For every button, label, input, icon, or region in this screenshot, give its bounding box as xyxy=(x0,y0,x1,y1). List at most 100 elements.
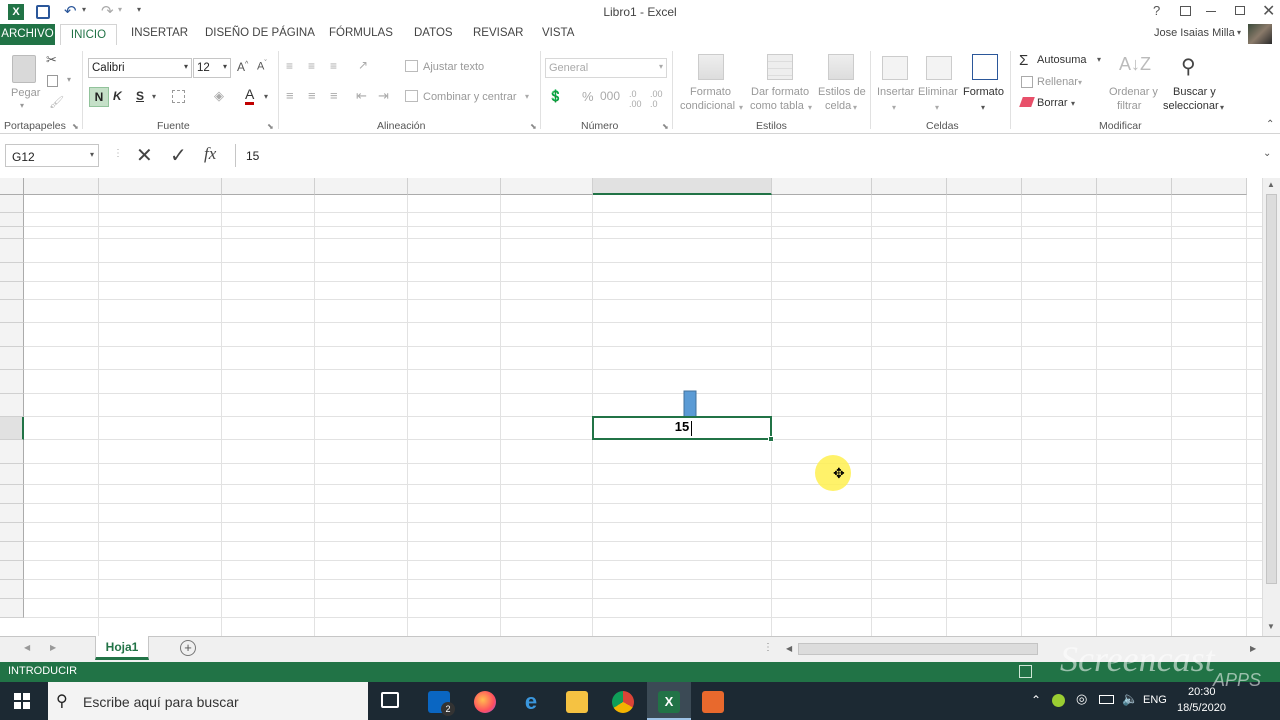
format-cells-icon[interactable] xyxy=(972,54,998,80)
italic-button[interactable]: K xyxy=(113,89,122,103)
bold-button[interactable]: N xyxy=(89,87,109,107)
orientation-icon[interactable]: ↗ xyxy=(358,58,368,72)
format-cells-button[interactable]: Formato xyxy=(963,86,1004,98)
row-header-19[interactable] xyxy=(0,561,24,580)
column-header-k[interactable] xyxy=(1022,178,1097,195)
scroll-up-icon[interactable]: ▲ xyxy=(1267,180,1275,189)
language-indicator[interactable]: ENG xyxy=(1143,694,1167,706)
scroll-right-icon[interactable]: ▶ xyxy=(1250,644,1256,653)
battery-icon[interactable] xyxy=(1099,695,1114,704)
clear-icon[interactable] xyxy=(1019,97,1035,107)
expand-formula-icon[interactable]: ⌄ xyxy=(1263,148,1271,159)
chrome-icon[interactable] xyxy=(612,691,634,713)
wrap-text-button[interactable]: Ajustar texto xyxy=(423,61,484,73)
row-header-10[interactable] xyxy=(0,370,24,394)
find-select-button[interactable]: Buscar y xyxy=(1173,86,1216,98)
tab-archivo[interactable]: ARCHIVO xyxy=(0,24,55,45)
format-as-table-icon[interactable] xyxy=(767,54,793,80)
decrease-indent-icon[interactable]: ⇤ xyxy=(356,88,367,104)
column-header-i[interactable] xyxy=(872,178,947,195)
increase-font-icon[interactable]: A^ xyxy=(237,60,248,74)
column-header-e[interactable] xyxy=(408,178,501,195)
task-view-icon[interactable] xyxy=(381,692,399,708)
row-header-4[interactable] xyxy=(0,239,24,263)
copy-dropdown-icon[interactable]: ▾ xyxy=(67,75,71,84)
edge-icon[interactable]: e xyxy=(520,691,542,713)
tab-inicio[interactable]: INICIO xyxy=(60,24,117,46)
row-header-18[interactable] xyxy=(0,542,24,561)
sort-filter-button[interactable]: Ordenar y xyxy=(1109,86,1158,98)
font-color-icon[interactable]: A xyxy=(245,87,255,105)
row-header-15[interactable] xyxy=(0,485,24,504)
conditional-format-button[interactable]: Formato xyxy=(690,86,731,98)
row-header-7[interactable] xyxy=(0,300,24,323)
align-top-icon[interactable]: ≡ xyxy=(286,59,293,73)
cancel-entry-icon[interactable]: ✕ xyxy=(136,143,153,168)
format-painter-icon[interactable]: 🖌 xyxy=(49,95,64,109)
row-header-9[interactable] xyxy=(0,347,24,370)
delete-cells-icon[interactable] xyxy=(926,56,952,80)
active-cell-g12[interactable]: 15 xyxy=(592,416,772,440)
conditional-format-icon[interactable] xyxy=(698,54,724,80)
format-as-table-button[interactable]: Dar formato xyxy=(751,86,809,98)
font-color-dropdown-icon[interactable]: ▾ xyxy=(264,92,268,101)
normal-view-icon[interactable] xyxy=(1019,665,1032,678)
worksheet-grid[interactable]: 15 ✥ xyxy=(0,178,1262,636)
user-dropdown-icon[interactable]: ▾ xyxy=(1237,28,1241,37)
tab-insertar[interactable]: INSERTAR xyxy=(131,27,188,39)
fill-button[interactable]: Rellenar xyxy=(1037,76,1078,88)
tab-datos[interactable]: DATOS xyxy=(414,27,453,39)
percent-icon[interactable]: % xyxy=(582,89,594,104)
column-header-g[interactable] xyxy=(593,178,772,195)
scroll-left-icon[interactable]: ◀ xyxy=(786,644,792,653)
column-header-m[interactable] xyxy=(1172,178,1247,195)
decrease-font-icon[interactable]: Aˇ xyxy=(257,60,267,73)
row-header-13[interactable] xyxy=(0,440,24,464)
align-bottom-icon[interactable]: ≡ xyxy=(330,59,337,73)
select-all-corner[interactable] xyxy=(0,178,24,195)
format-as-table-button-line2[interactable]: como tabla xyxy=(750,100,804,112)
restore-icon[interactable] xyxy=(1235,6,1245,15)
alignment-launcher-icon[interactable]: ⬊ xyxy=(530,122,537,131)
column-header-j[interactable] xyxy=(947,178,1022,195)
find-select-button-line2[interactable]: seleccionar xyxy=(1163,100,1219,112)
name-box[interactable]: G12 ▾ xyxy=(5,144,99,167)
tab-split-icon[interactable]: ⋮ xyxy=(763,642,773,653)
sort-filter-button-line2[interactable]: filtrar xyxy=(1117,100,1141,112)
column-header-d[interactable] xyxy=(315,178,408,195)
tab-vista[interactable]: VISTA xyxy=(542,27,574,39)
number-launcher-icon[interactable]: ⬊ xyxy=(662,122,669,131)
row-header-6[interactable] xyxy=(0,282,24,300)
align-middle-icon[interactable]: ≡ xyxy=(308,59,315,73)
comma-style-icon[interactable]: 000 xyxy=(600,89,620,103)
confirm-entry-icon[interactable]: ✓ xyxy=(170,143,187,168)
underline-dropdown-icon[interactable]: ▾ xyxy=(152,92,156,101)
avatar[interactable] xyxy=(1248,24,1272,44)
delete-cells-button[interactable]: Eliminar xyxy=(918,86,958,98)
vertical-scrollbar[interactable]: ▲ ▼ xyxy=(1262,178,1280,636)
close-icon[interactable]: ✕ xyxy=(1262,1,1275,21)
screencast-app-icon[interactable] xyxy=(702,691,724,713)
accounting-format-icon[interactable]: 💲 xyxy=(548,89,563,103)
paste-dropdown-icon[interactable]: ▾ xyxy=(20,101,24,110)
binoculars-icon[interactable]: ⚲ xyxy=(1181,54,1196,79)
help-icon[interactable]: ? xyxy=(1153,3,1160,18)
tab-formulas[interactable]: FÓRMULAS xyxy=(329,27,393,39)
taskbar-search-box[interactable]: ⚲ Escribe aquí para buscar xyxy=(48,682,368,720)
borders-icon[interactable] xyxy=(172,90,185,103)
underline-button[interactable]: S xyxy=(136,89,144,103)
minimize-icon[interactable] xyxy=(1206,11,1216,12)
row-header-1[interactable] xyxy=(0,195,24,213)
number-format-select[interactable]: General ▾ xyxy=(545,58,667,78)
tray-app-icon[interactable] xyxy=(1052,694,1065,707)
row-header-17[interactable] xyxy=(0,523,24,542)
copy-icon[interactable] xyxy=(47,75,58,87)
sheet-next-icon[interactable]: ▶ xyxy=(50,643,56,652)
excel-taskbar-icon[interactable]: X xyxy=(658,691,680,713)
merge-center-button[interactable]: Combinar y centrar xyxy=(423,91,517,103)
cut-icon[interactable]: ✂ xyxy=(46,52,57,68)
formula-input[interactable]: 15 xyxy=(235,144,1257,167)
merge-center-icon[interactable] xyxy=(405,90,418,102)
row-header-16[interactable] xyxy=(0,504,24,523)
add-sheet-icon[interactable]: + xyxy=(180,640,196,656)
